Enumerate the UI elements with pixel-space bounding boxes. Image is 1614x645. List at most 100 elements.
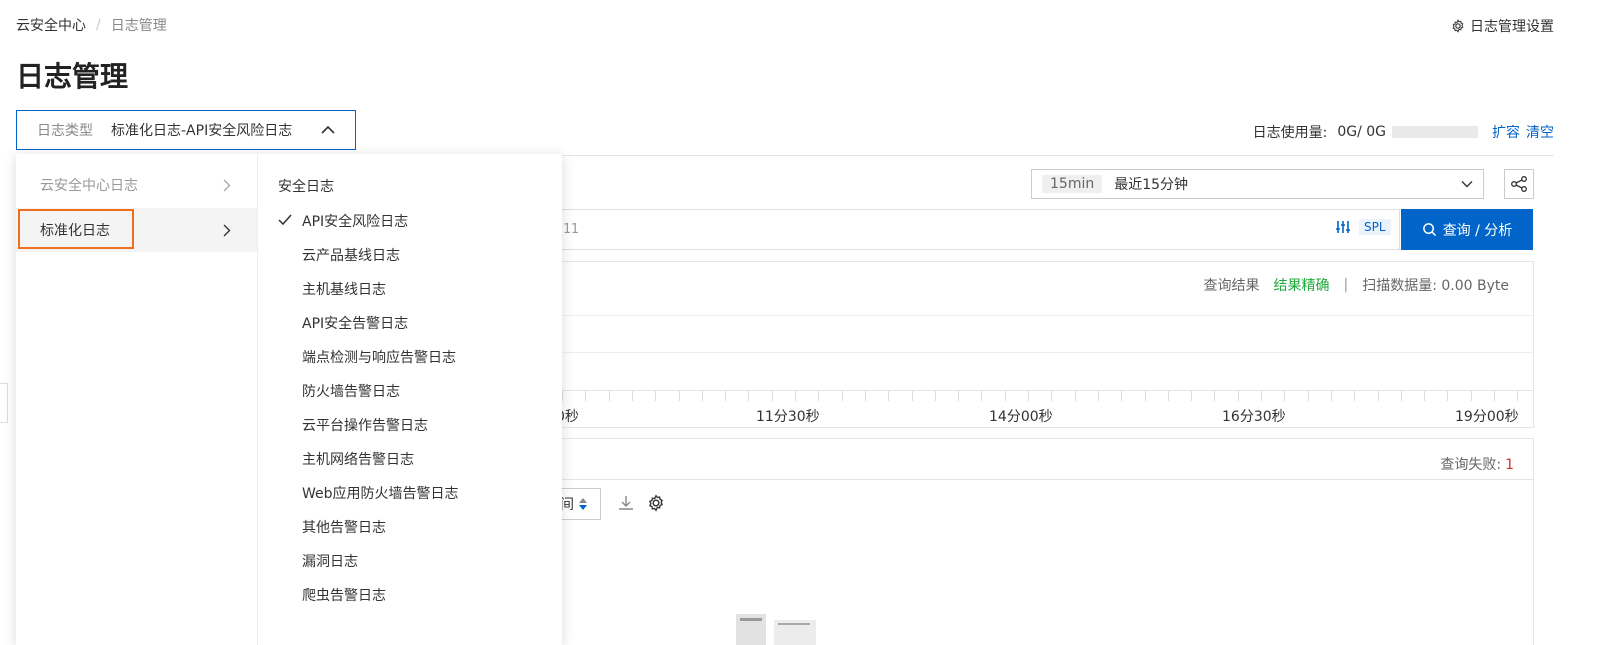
axis-tick xyxy=(1517,391,1519,401)
axis-tick xyxy=(678,391,680,401)
expand-link[interactable]: 扩容 xyxy=(1492,122,1520,142)
check-icon xyxy=(278,214,292,226)
download-icon[interactable] xyxy=(617,494,635,512)
axis-label: 19分00秒 xyxy=(1455,409,1519,425)
axis-tick xyxy=(981,391,983,401)
log-option-item[interactable]: 云产品基线日志 xyxy=(258,238,562,272)
log-option-label: API安全告警日志 xyxy=(302,316,409,332)
log-option-item[interactable]: Web应用防火墙告警日志 xyxy=(258,476,562,510)
histogram-axis xyxy=(540,390,1533,402)
log-option-item[interactable]: 主机基线日志 xyxy=(258,272,562,306)
axis-tick xyxy=(1354,391,1356,401)
log-option-item[interactable]: 云平台操作告警日志 xyxy=(258,408,562,442)
axis-tick xyxy=(1307,391,1309,401)
chevron-down-icon xyxy=(1461,180,1473,188)
axis-tick xyxy=(1400,391,1402,401)
log-option-item[interactable]: 其他告警日志 xyxy=(258,510,562,544)
share-icon xyxy=(1510,175,1528,193)
axis-label: 11分30秒 xyxy=(756,409,820,425)
axis-tick xyxy=(841,391,843,401)
query-analyze-button[interactable]: 查询 / 分析 xyxy=(1401,209,1533,250)
query-input[interactable]: 11 xyxy=(540,209,1400,250)
scan-size: 扫描数据量: 0.00 Byte xyxy=(1362,278,1509,294)
axis-tick xyxy=(1121,391,1123,401)
axis-tick xyxy=(562,391,563,401)
breadcrumb: 云安全中心 / 日志管理 xyxy=(16,15,167,35)
fail-count[interactable]: 1 xyxy=(1505,457,1514,473)
page-title: 日志管理 xyxy=(16,60,129,93)
log-option-item[interactable]: 爬虫告警日志 xyxy=(258,578,562,612)
query-tools: SPL xyxy=(1335,219,1391,235)
log-option-label: API安全风险日志 xyxy=(302,214,409,230)
category-item-standardized[interactable]: 标准化日志 xyxy=(16,208,257,252)
time-range-select[interactable]: 15min 最近15分钟 xyxy=(1031,169,1484,199)
results-panel xyxy=(540,438,1534,645)
grid-line xyxy=(540,352,1533,353)
log-option-label: Web应用防火墙告警日志 xyxy=(302,486,459,502)
log-option-label: 防火墙告警日志 xyxy=(302,384,400,400)
divider xyxy=(540,479,1533,480)
chevron-right-icon xyxy=(223,224,231,237)
log-option-label: 主机网络告警日志 xyxy=(302,452,414,468)
axis-tick xyxy=(888,391,890,401)
breadcrumb-separator: / xyxy=(96,17,101,33)
axis-tick xyxy=(655,391,657,401)
log-settings-label: 日志管理设置 xyxy=(1470,19,1554,35)
axis-tick xyxy=(1028,391,1029,401)
axis-tick xyxy=(958,391,960,401)
axis-tick xyxy=(1470,391,1472,401)
axis-tick xyxy=(818,391,820,401)
log-option-item[interactable]: API安全告警日志 xyxy=(258,306,562,340)
time-range-label: 最近15分钟 xyxy=(1114,177,1189,193)
breadcrumb-root[interactable]: 云安全中心 xyxy=(16,15,86,35)
spl-tag[interactable]: SPL xyxy=(1359,219,1391,235)
axis-tick xyxy=(1377,391,1379,401)
axis-tick xyxy=(771,391,773,401)
log-option-item[interactable]: API安全风险日志 xyxy=(258,204,562,238)
axis-tick xyxy=(1051,391,1053,401)
breadcrumb-current: 日志管理 xyxy=(110,18,167,34)
log-option-label: 漏洞日志 xyxy=(302,554,358,570)
sliders-icon[interactable] xyxy=(1335,219,1351,235)
category-item-cloud-security[interactable]: 云安全中心日志 xyxy=(16,163,257,207)
axis-tick xyxy=(1237,391,1239,401)
axis-tick xyxy=(1284,391,1286,401)
log-option-list: 安全日志 API安全风险日志云产品基线日志主机基线日志 API安全告警日志端点检测… xyxy=(258,154,562,645)
log-option-label: 主机基线日志 xyxy=(302,282,386,298)
axis-tick xyxy=(701,391,703,401)
sort-label: 间 xyxy=(560,497,574,513)
clear-link[interactable]: 清空 xyxy=(1526,122,1554,142)
share-button[interactable] xyxy=(1504,169,1534,199)
fail-label: 查询失败: xyxy=(1440,457,1502,473)
axis-tick xyxy=(911,391,913,401)
axis-tick xyxy=(1261,391,1262,401)
gear-icon[interactable] xyxy=(647,494,665,512)
log-type-value: 标准化日志-API安全风险日志 xyxy=(111,123,293,139)
result-label: 查询结果 xyxy=(1203,278,1260,294)
query-fail-info: 查询失败: 1 xyxy=(1440,454,1514,474)
axis-tick xyxy=(631,391,633,401)
usage-bar xyxy=(1392,126,1478,138)
axis-tick xyxy=(934,391,936,401)
axis-tick xyxy=(1424,391,1426,401)
sort-icon xyxy=(578,497,588,511)
axis-tick xyxy=(608,391,610,401)
log-option-label: 其他告警日志 xyxy=(302,520,386,536)
log-settings-link[interactable]: 日志管理设置 xyxy=(1451,16,1554,36)
chevron-right-icon xyxy=(223,179,231,192)
axis-tick xyxy=(795,391,796,401)
log-type-select[interactable]: 日志类型 标准化日志-API安全风险日志 xyxy=(16,110,356,150)
axis-tick xyxy=(1144,391,1146,401)
log-option-item[interactable]: 防火墙告警日志 xyxy=(258,374,562,408)
log-type-label: 日志类型 xyxy=(37,123,93,139)
log-option-item[interactable]: 漏洞日志 xyxy=(258,544,562,578)
log-option-item[interactable]: 主机网络告警日志 xyxy=(258,442,562,476)
log-category-list: 云安全中心日志 标准化日志 xyxy=(16,154,258,645)
grid-line xyxy=(540,315,1533,316)
group-title: 安全日志 xyxy=(278,179,334,195)
log-option-label: 云平台操作告警日志 xyxy=(302,418,428,434)
option-list: API安全风险日志云产品基线日志主机基线日志 API安全告警日志端点检测与响应告警… xyxy=(258,204,562,612)
side-handle[interactable] xyxy=(0,383,8,423)
axis-tick xyxy=(1167,391,1169,401)
log-option-item[interactable]: 端点检测与响应告警日志 xyxy=(258,340,562,374)
